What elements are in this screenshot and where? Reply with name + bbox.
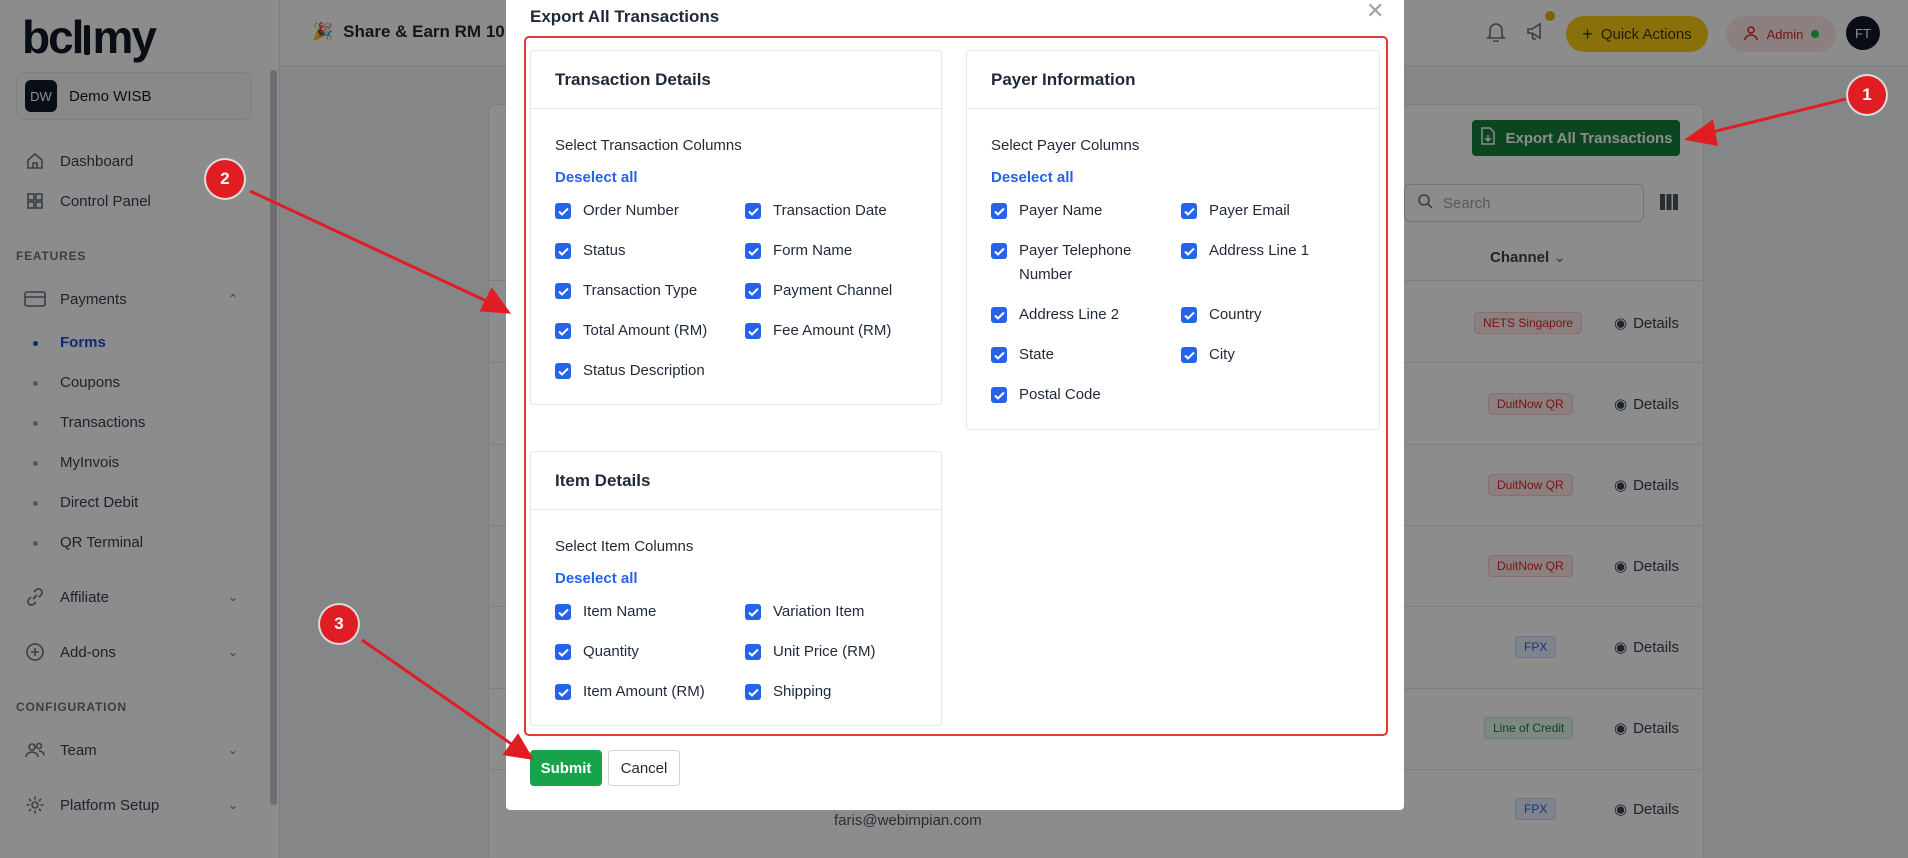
callout-badge-1: 1 [1848, 76, 1886, 114]
submit-button[interactable]: Submit [530, 750, 602, 786]
callout-badge-2: 2 [206, 160, 244, 198]
modal-title: Export All Transactions [530, 7, 720, 26]
export-modal: Export All Transactions ✕ Transaction De… [506, 0, 1404, 810]
close-icon[interactable]: ✕ [1366, 0, 1384, 24]
cancel-button[interactable]: Cancel [608, 750, 680, 786]
highlight-box [524, 36, 1388, 736]
callout-badge-3: 3 [320, 605, 358, 643]
